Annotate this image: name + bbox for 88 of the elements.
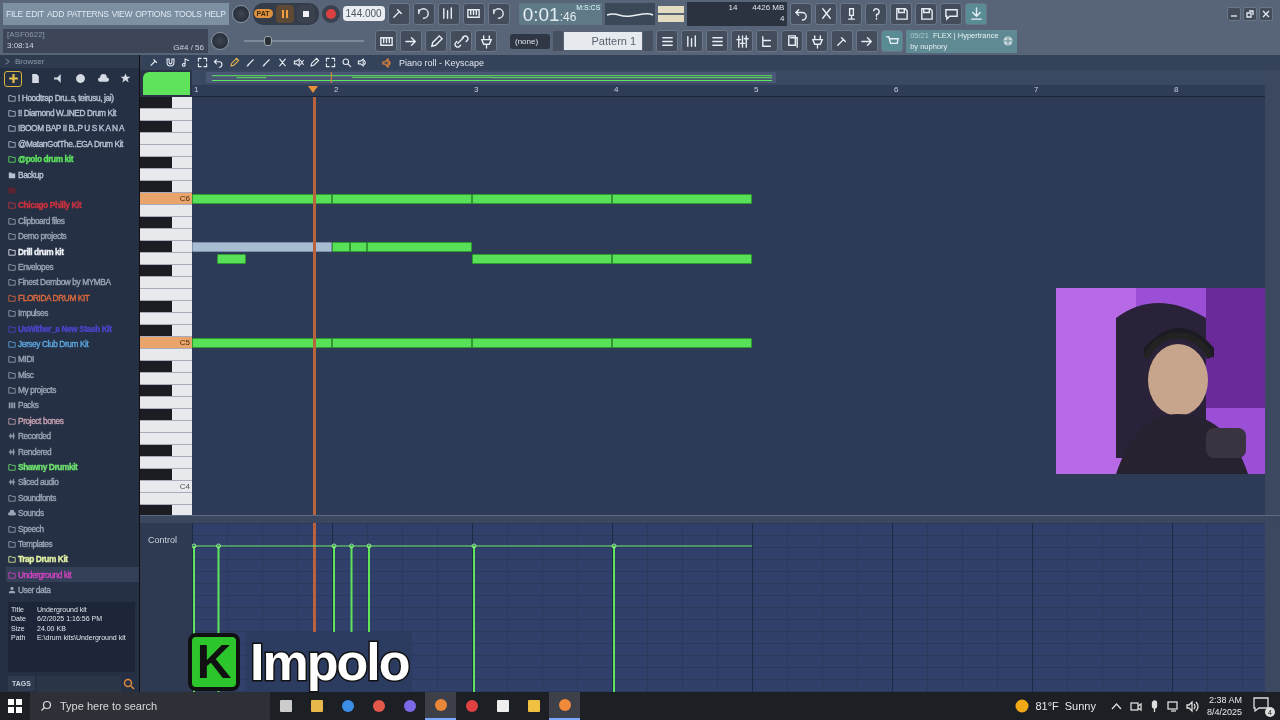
item-label: My projects bbox=[18, 385, 57, 396]
item-label: Speech bbox=[18, 523, 44, 534]
browser-item[interactable]: Envelopes bbox=[6, 259, 139, 275]
browser-item[interactable]: Rendered bbox=[6, 443, 139, 460]
browser-item[interactable]: Recorded bbox=[6, 428, 139, 444]
item-label: Shawny Drumkit bbox=[18, 462, 78, 472]
item-label: ! Hoodtrap Dru..s, teirusu, jai) bbox=[18, 92, 114, 103]
item-label: Drill drum kit bbox=[18, 246, 64, 257]
browser-item[interactable]: Demo projects bbox=[6, 228, 139, 244]
browser-item[interactable]: Sounds bbox=[6, 505, 139, 521]
browser-item[interactable]: !BOOM BAP II B..P U S K A N A bbox=[6, 120, 139, 137]
item-label: !! Diamond W..INED Drum Kit bbox=[18, 108, 116, 119]
item-label: Demo projects bbox=[18, 231, 67, 242]
bar-number: 4 bbox=[614, 85, 619, 95]
bar-number: 1 bbox=[194, 85, 199, 95]
item-label: Envelopes bbox=[18, 261, 54, 272]
browser-item[interactable]: Underground kit bbox=[6, 567, 139, 583]
item-label: Soundfonts bbox=[18, 492, 56, 503]
item-label: Misc bbox=[18, 369, 34, 380]
bar-number: 7 bbox=[1034, 85, 1039, 95]
tempo-field[interactable]: 144.000 bbox=[342, 6, 385, 21]
browser-item[interactable]: Sliced audio bbox=[6, 474, 139, 491]
item-label: Sounds bbox=[18, 508, 44, 519]
browser-item[interactable]: Trap Drum Kit bbox=[6, 551, 139, 568]
window-title: Piano roll - Keyscape bbox=[399, 57, 485, 68]
browser-item[interactable]: Misc bbox=[6, 367, 139, 383]
browser-item[interactable]: Templates bbox=[6, 536, 139, 552]
pattern-selector[interactable]: Pattern 1 bbox=[564, 32, 643, 50]
item-label: Chicago Philly Kit bbox=[18, 200, 82, 211]
item-label: !BOOM BAP II B..P U S K A N A bbox=[18, 123, 125, 134]
bar-number: 5 bbox=[754, 85, 759, 95]
browser-item[interactable]: Impulses bbox=[6, 305, 139, 321]
piano-key[interactable]: C5 bbox=[140, 337, 192, 349]
browser-item[interactable]: !! Diamond W..INED Drum Kit bbox=[6, 105, 139, 121]
item-label: User data bbox=[18, 585, 51, 596]
item-label: @MatanGotThe..EGA Drum Kit bbox=[18, 138, 123, 149]
piano-key[interactable]: C4 bbox=[140, 481, 192, 493]
logo-badge: K bbox=[188, 633, 240, 691]
item-label: Templates bbox=[18, 538, 53, 549]
browser-item[interactable]: ! Hoodtrap Dru..s, teirusu, jai) bbox=[6, 89, 139, 106]
item-label: Finest Dembow by MYMBA bbox=[18, 277, 111, 288]
item-label: Project bones bbox=[18, 415, 64, 426]
item-label: Clipboard files bbox=[18, 215, 65, 226]
browser-item[interactable]: Drill drum kit bbox=[6, 243, 139, 260]
browser-item[interactable]: FLORIDA DRUM KIT bbox=[6, 290, 139, 306]
browser-item[interactable]: Clipboard files bbox=[6, 213, 139, 229]
browser-item[interactable]: @MatanGotThe..EGA Drum Kit bbox=[6, 136, 139, 152]
item-label: UsWither_s New Stash Kit bbox=[18, 323, 112, 334]
bar-number: 8 bbox=[1174, 85, 1179, 95]
item-label: Underground kit bbox=[18, 569, 72, 580]
item-label: Sliced audio bbox=[18, 477, 59, 488]
item-label: FLORIDA DRUM KIT bbox=[18, 292, 90, 303]
browser-item[interactable]: MIDI bbox=[6, 351, 139, 367]
hint-panel: [ASF0622] 3:08:14 G#4 / 56 bbox=[3, 29, 208, 53]
search-field[interactable]: Type here to search bbox=[30, 692, 270, 720]
browser-item[interactable]: Backup bbox=[6, 166, 139, 183]
item-label: Jersey Club Drum Kit bbox=[18, 338, 89, 349]
piano-key[interactable]: C6 bbox=[140, 193, 192, 205]
temperature[interactable]: 81°F bbox=[1035, 700, 1059, 712]
logo-text: Impolo bbox=[246, 632, 413, 692]
item-label: Backup bbox=[18, 169, 44, 180]
weather-text[interactable]: Sunny bbox=[1064, 700, 1096, 712]
item-label: @polo drum kit bbox=[18, 154, 74, 165]
control-label[interactable]: Control bbox=[148, 535, 177, 545]
cpu-monitor: 14 4426 MB 4 bbox=[687, 1, 788, 26]
channel-selector[interactable]: (none) bbox=[510, 33, 551, 49]
item-label: Recorded bbox=[18, 431, 51, 442]
item-label: MIDI bbox=[18, 354, 34, 365]
clock[interactable]: 2:38 AM 8/4/2025 bbox=[1206, 694, 1242, 718]
browser-item[interactable]: My projects bbox=[6, 382, 139, 398]
browser-item[interactable]: Packs bbox=[6, 397, 139, 414]
item-label: Packs bbox=[18, 400, 39, 411]
item-label: Impulses bbox=[18, 308, 48, 319]
item-label: Trap Drum Kit bbox=[18, 554, 68, 565]
browser-title: Browser bbox=[15, 57, 45, 67]
browser-item[interactable]: Soundfonts bbox=[6, 490, 139, 506]
browser-item[interactable]: Jersey Club Drum Kit bbox=[6, 336, 139, 352]
timeline-ruler[interactable]: 1 2 3 4 5 6 7 8 bbox=[192, 85, 1265, 97]
browser-item[interactable]: Speech bbox=[6, 520, 139, 537]
item-label: Rendered bbox=[18, 446, 52, 457]
bar-number: 2 bbox=[334, 85, 339, 95]
browser-item[interactable]: Finest Dembow by MYMBA bbox=[6, 274, 139, 291]
browser-item[interactable]: @polo drum kit bbox=[6, 151, 139, 167]
browser-item[interactable]: Project bones bbox=[6, 413, 139, 429]
browser-item[interactable]: Shawny Drumkit bbox=[6, 459, 139, 475]
browser-item[interactable]: User data bbox=[6, 582, 139, 598]
bar-number: 3 bbox=[474, 85, 479, 95]
bar-number: 6 bbox=[894, 85, 899, 95]
